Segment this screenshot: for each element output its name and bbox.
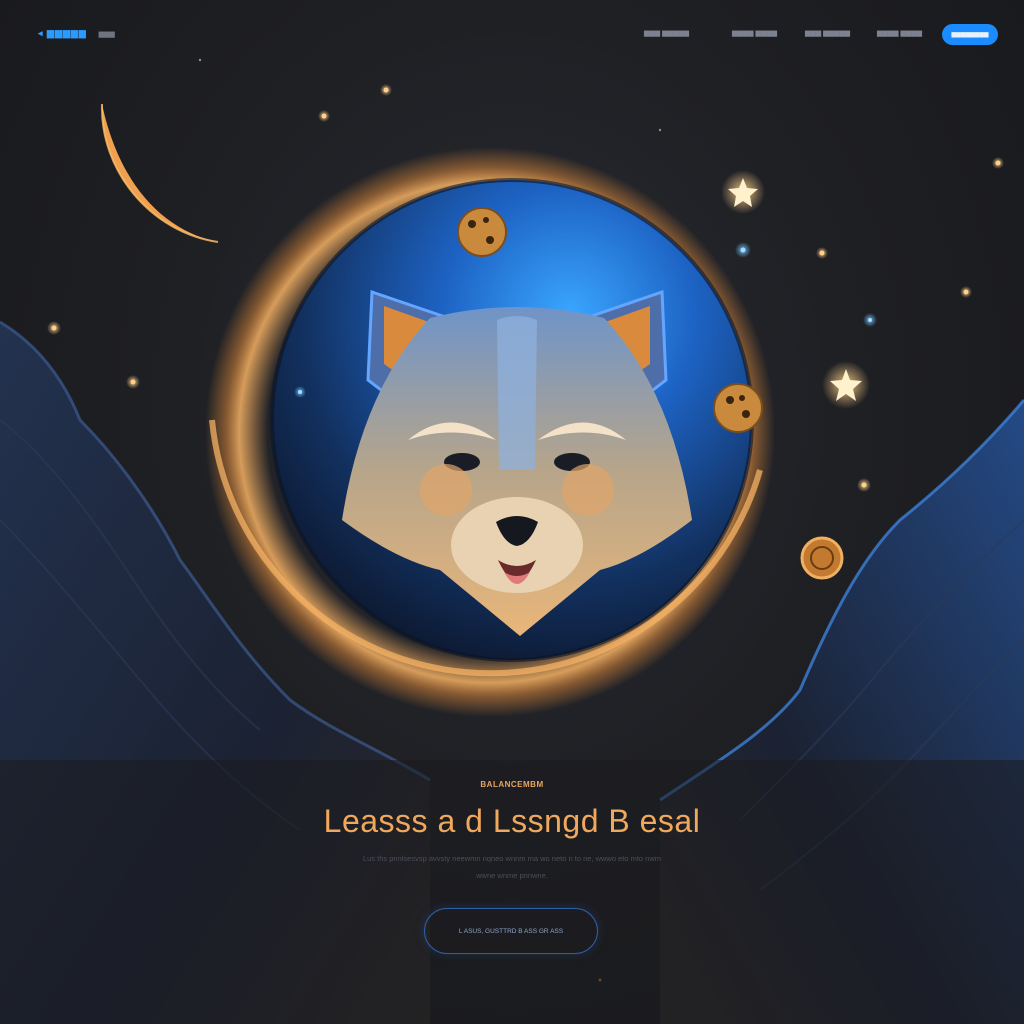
crescent-moon-icon: [100, 103, 219, 243]
logo-wordmark: ◂ ▆▆▆▆▆: [38, 28, 87, 38]
star-icon: [721, 170, 765, 214]
nav-link-2[interactable]: ▆▆▆▆ ▆▆▆▆: [732, 29, 777, 37]
star-icon: [822, 361, 870, 409]
coin-icon: [800, 536, 844, 580]
top-nav: ◂ ▆▆▆▆▆ ▆▆▆ ▆▆▆ ▆▆▆▆▆ ▆▆▆▆ ▆▆▆▆ ▆▆▆ ▆▆▆▆…: [0, 0, 1024, 70]
hero-description-line-2: wwne wnme pnnwne.: [476, 871, 548, 880]
cookie-icon: [457, 207, 507, 257]
cookie-icon: [713, 383, 763, 433]
nav-link-4[interactable]: ▆▆▆▆ ▆▆▆▆: [877, 29, 922, 37]
landing-page: ◂ ▆▆▆▆▆ ▆▆▆ ▆▆▆ ▆▆▆▆▆ ▆▆▆▆ ▆▆▆▆ ▆▆▆ ▆▆▆▆…: [0, 0, 1024, 1024]
hero-description-line-1: Lus ths pnnlsesvsp avvsty neewmn nqneo w…: [362, 854, 662, 863]
logo-subtext: ▆▆▆: [98, 30, 115, 38]
hero-eyebrow: BALANCEMBM: [480, 780, 544, 789]
hero-description: Lus ths pnnlsesvsp avvsty neewmn nqneo w…: [312, 850, 712, 884]
logo[interactable]: ◂ ▆▆▆▆▆ ▆▆▆: [38, 28, 115, 39]
hero-cta-button[interactable]: L ASUS, GUSTTRD B ASS GR ASS: [424, 908, 598, 954]
nav-link-3[interactable]: ▆▆▆ ▆▆▆▆▆: [805, 29, 850, 37]
nav-link-1[interactable]: ▆▆▆ ▆▆▆▆▆: [644, 29, 689, 37]
nav-cta-button[interactable]: ▆▆▆▆▆▆▆▆: [942, 24, 998, 45]
hero-headline: Leasss a d Lssngd B esal: [323, 803, 701, 839]
